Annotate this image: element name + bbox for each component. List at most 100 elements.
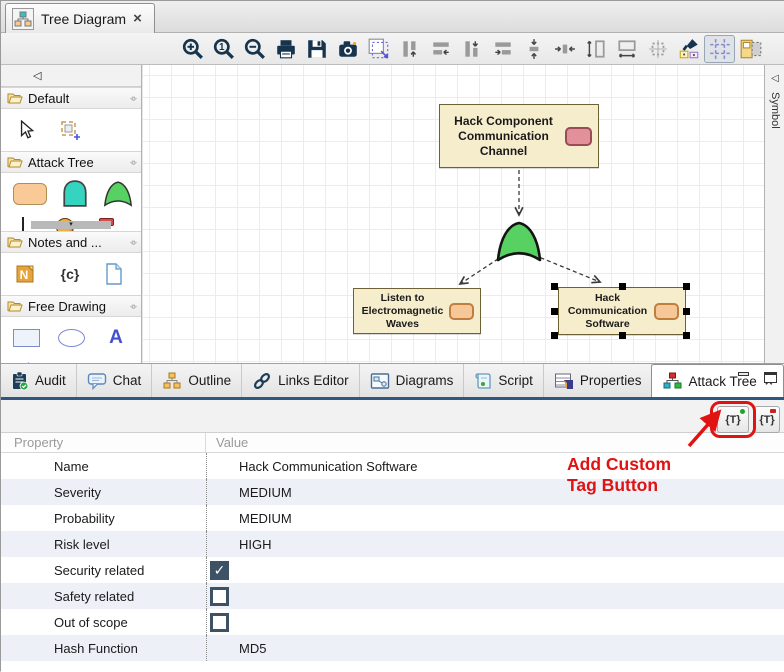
tab-outline[interactable]: Outline <box>152 364 242 397</box>
palette-group-attack-tree[interactable]: Attack Tree ◃▹ <box>1 151 141 173</box>
pin-icon[interactable]: ◃▹ <box>130 301 135 312</box>
align-left-button[interactable] <box>425 35 456 63</box>
document-tool[interactable] <box>101 261 127 287</box>
screenshot-button[interactable] <box>332 35 363 63</box>
zoom-original-button[interactable]: 1 <box>208 35 239 63</box>
folder-icon <box>7 156 23 168</box>
node-hack-component-communication-channel[interactable]: Hack Component Communication Channel <box>439 104 599 168</box>
tab-tree-diagram[interactable]: Tree Diagram × <box>5 3 155 33</box>
selection-handle[interactable] <box>683 332 690 339</box>
align-right-button[interactable] <box>487 35 518 63</box>
align-top-button[interactable] <box>394 35 425 63</box>
palette-group-free-drawing[interactable]: Free Drawing ◃▹ <box>1 295 141 317</box>
table-row[interactable]: Out of scope <box>1 609 784 635</box>
ellipse-tool[interactable] <box>58 325 85 351</box>
constraint-tool[interactable]: {c} <box>57 261 83 287</box>
palette-row-default <box>1 109 141 151</box>
or-gate-tool[interactable] <box>103 181 133 207</box>
node-tool[interactable] <box>13 181 47 207</box>
tab-audit[interactable]: Audit <box>1 364 77 397</box>
selection-handle[interactable] <box>551 332 558 339</box>
annotation-arrow <box>681 402 729 454</box>
view-tab-bar: Audit Chat Outline Links Editor Diagrams… <box>1 364 784 397</box>
marquee-select-button[interactable] <box>363 35 394 63</box>
selection-handle[interactable] <box>619 283 626 290</box>
match-height-button[interactable] <box>580 35 611 63</box>
table-header: Property Value <box>1 433 784 453</box>
checkbox[interactable] <box>210 587 229 606</box>
remove-indicator-icon <box>770 409 776 413</box>
pin-icon[interactable]: ◃▹ <box>130 157 135 168</box>
zoom-in-button[interactable] <box>177 35 208 63</box>
node-badge <box>654 303 679 320</box>
folder-icon <box>7 300 23 312</box>
table-row[interactable]: Safety related <box>1 583 784 609</box>
toggle-grid-button[interactable] <box>704 35 735 63</box>
palette-row-notes: N {c} <box>1 253 141 295</box>
save-button[interactable] <box>301 35 332 63</box>
app-window: Tree Diagram × 1 ◁ <box>0 0 784 671</box>
node-hack-communication-software[interactable]: Hack Communication Software <box>558 287 686 335</box>
palette-collapse-bar[interactable]: ◁ <box>1 65 141 87</box>
remove-custom-tag-button[interactable]: {T} <box>754 406 780 433</box>
collapse-palette-icon[interactable]: ◁ <box>33 69 41 82</box>
table-row[interactable]: Risk level HIGH <box>1 531 784 557</box>
table-row[interactable]: Security related <box>1 557 784 583</box>
zoom-out-button[interactable] <box>239 35 270 63</box>
distribute-horizontal-button[interactable] <box>549 35 580 63</box>
tab-chat[interactable]: Chat <box>77 364 153 397</box>
editor-area: ◁ Default ◃▹ Attack Tree ◃▹ <box>1 65 784 363</box>
rectangle-tool[interactable] <box>13 325 40 351</box>
chat-icon <box>87 372 107 390</box>
tab-links-editor[interactable]: Links Editor <box>242 364 360 397</box>
add-indicator-icon <box>740 409 745 414</box>
select-tool[interactable] <box>13 117 39 143</box>
marquee-tool[interactable] <box>57 117 83 143</box>
tab-script[interactable]: Script <box>464 364 544 397</box>
editor-tab-bar: Tree Diagram × <box>1 1 784 33</box>
text-tool[interactable]: A <box>103 325 129 351</box>
align-bottom-button[interactable] <box>456 35 487 63</box>
column-property[interactable]: Property <box>1 433 206 452</box>
checkbox[interactable] <box>210 613 229 632</box>
pin-icon[interactable]: ◃▹ <box>130 237 135 248</box>
symbol-panel-label[interactable]: Symbol <box>769 92 781 129</box>
close-icon[interactable]: × <box>133 11 142 26</box>
selection-handle[interactable] <box>683 283 690 290</box>
or-gate[interactable] <box>495 221 543 263</box>
selection-handle[interactable] <box>551 283 558 290</box>
format-painter-button[interactable] <box>673 35 704 63</box>
selection-handle[interactable] <box>619 332 626 339</box>
print-button[interactable] <box>270 35 301 63</box>
diagrams-icon <box>370 372 390 390</box>
selection-handle[interactable] <box>551 308 558 315</box>
palette-group-default[interactable]: Default ◃▹ <box>1 87 141 109</box>
resize-area-button[interactable] <box>642 35 673 63</box>
table-row[interactable]: Hash Function MD5 <box>1 635 784 661</box>
pin-icon[interactable]: ◃▹ <box>130 93 135 104</box>
link-tool-icon[interactable] <box>22 217 24 231</box>
svg-text:1: 1 <box>219 42 225 53</box>
palette-group-label: Notes and ... <box>28 235 125 250</box>
distribute-vertical-button[interactable] <box>518 35 549 63</box>
checkbox[interactable] <box>210 561 229 580</box>
and-gate-tool[interactable] <box>61 181 89 207</box>
properties-icon <box>554 372 574 390</box>
diagram-canvas[interactable]: Hack Component Communication Channel Lis… <box>143 65 764 363</box>
editor-tab-title: Tree Diagram <box>41 11 126 27</box>
outline-icon <box>162 372 182 390</box>
table-row[interactable]: Probability MEDIUM <box>1 505 784 531</box>
node-listen-to-electromagnetic-waves[interactable]: Listen to Electromagnetic Waves <box>353 288 481 334</box>
maximize-button[interactable] <box>764 372 777 386</box>
tab-properties[interactable]: Properties <box>544 364 653 397</box>
minimize-button[interactable] <box>738 372 754 386</box>
symbol-panel-collapsed: ◁ Symbol <box>764 65 784 363</box>
note-tool[interactable]: N <box>13 261 39 287</box>
match-width-button[interactable] <box>611 35 642 63</box>
toggle-symbol-palette-button[interactable] <box>735 35 766 63</box>
selection-handle[interactable] <box>683 308 690 315</box>
palette-group-notes[interactable]: Notes and ... ◃▹ <box>1 231 141 253</box>
palette-overflow-indicator[interactable]: ▾ <box>31 221 111 229</box>
tab-diagrams[interactable]: Diagrams <box>360 364 465 397</box>
expand-symbol-panel-icon[interactable]: ◁ <box>771 73 779 84</box>
